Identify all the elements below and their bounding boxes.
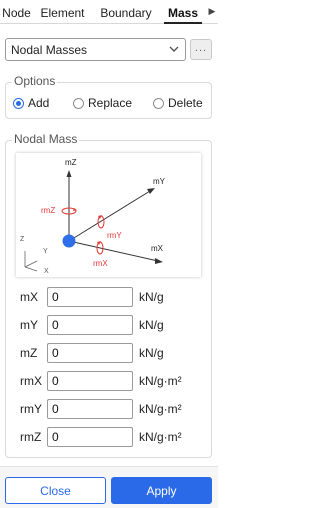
tab-node[interactable]: Node	[0, 0, 33, 23]
field-my-label: mY	[20, 318, 38, 332]
apply-button[interactable]: Apply	[111, 477, 212, 504]
field-mz-label: mZ	[20, 346, 38, 360]
node-icon	[62, 234, 76, 248]
triad-x-line	[24, 266, 38, 272]
nodal-mass-diagram-svg: mZ mY mX rmZ rmY rmX Z Y X	[20, 158, 166, 275]
radio-delete-label: Delete	[168, 96, 203, 110]
radio-add[interactable]: Add	[13, 96, 49, 110]
tab-bar: Node Element Boundary Mass ▶	[0, 0, 218, 24]
field-rmy-label: rmY	[20, 402, 42, 416]
tab-mass[interactable]: Mass	[160, 0, 206, 24]
mx-axis-label: mX	[151, 244, 164, 253]
mass-type-select-value: Nodal Masses	[11, 42, 88, 57]
x-axis-line	[68, 240, 159, 262]
field-rmx-input[interactable]	[47, 371, 133, 391]
field-mx-input[interactable]	[47, 287, 133, 307]
z-axis-arrow-icon	[66, 170, 72, 177]
field-rmx-unit: kN/g·m²	[139, 374, 182, 388]
mass-type-select[interactable]: Nodal Masses	[5, 38, 186, 61]
field-rmy-unit: kN/g·m²	[139, 402, 182, 416]
field-mz-unit: kN/g	[139, 346, 164, 360]
radio-replace-indicator[interactable]	[73, 97, 84, 109]
y-axis-arrow-icon	[147, 188, 155, 194]
chevron-down-icon	[169, 46, 179, 52]
triad-x-label: X	[44, 268, 49, 275]
radio-replace-label: Replace	[88, 96, 133, 110]
more-options-button[interactable]: ...	[190, 39, 212, 60]
field-mz-input[interactable]	[47, 343, 133, 363]
nodal-mass-title: Nodal Mass	[12, 132, 80, 146]
tab-element[interactable]: Element	[33, 0, 92, 23]
x-axis-arrow-icon	[155, 258, 163, 264]
field-mx-label: mX	[20, 290, 38, 304]
field-rmx-label: rmX	[20, 374, 42, 388]
rmz-label: rmZ	[41, 206, 55, 215]
radio-delete-indicator[interactable]	[153, 97, 164, 109]
field-rmy-input[interactable]	[47, 399, 133, 419]
mz-axis-label: mZ	[65, 158, 77, 167]
close-button[interactable]: Close	[5, 477, 106, 504]
chevron-right-icon[interactable]: ▶	[206, 0, 218, 23]
triad-y-line	[24, 260, 38, 268]
my-axis-label: mY	[153, 177, 166, 186]
radio-add-indicator[interactable]	[13, 97, 24, 109]
options-title: Options	[12, 74, 58, 88]
triad-y-label: Y	[43, 248, 48, 255]
radio-replace[interactable]: Replace	[73, 96, 132, 110]
field-mx-unit: kN/g	[139, 290, 164, 304]
tab-boundary[interactable]: Boundary	[92, 0, 160, 23]
field-rmz-label: rmZ	[20, 430, 42, 444]
field-my-input[interactable]	[47, 315, 133, 335]
radio-delete[interactable]: Delete	[153, 96, 203, 110]
nodal-mass-diagram: mZ mY mX rmZ rmY rmX Z Y X	[16, 153, 201, 277]
field-my-unit: kN/g	[139, 318, 164, 332]
field-rmz-input[interactable]	[47, 427, 133, 447]
radio-add-label: Add	[28, 96, 50, 110]
rmx-label: rmX	[93, 259, 108, 268]
triad-z-label: Z	[20, 236, 25, 243]
field-rmz-unit: kN/g·m²	[139, 430, 182, 444]
rmy-label: rmY	[107, 231, 122, 240]
